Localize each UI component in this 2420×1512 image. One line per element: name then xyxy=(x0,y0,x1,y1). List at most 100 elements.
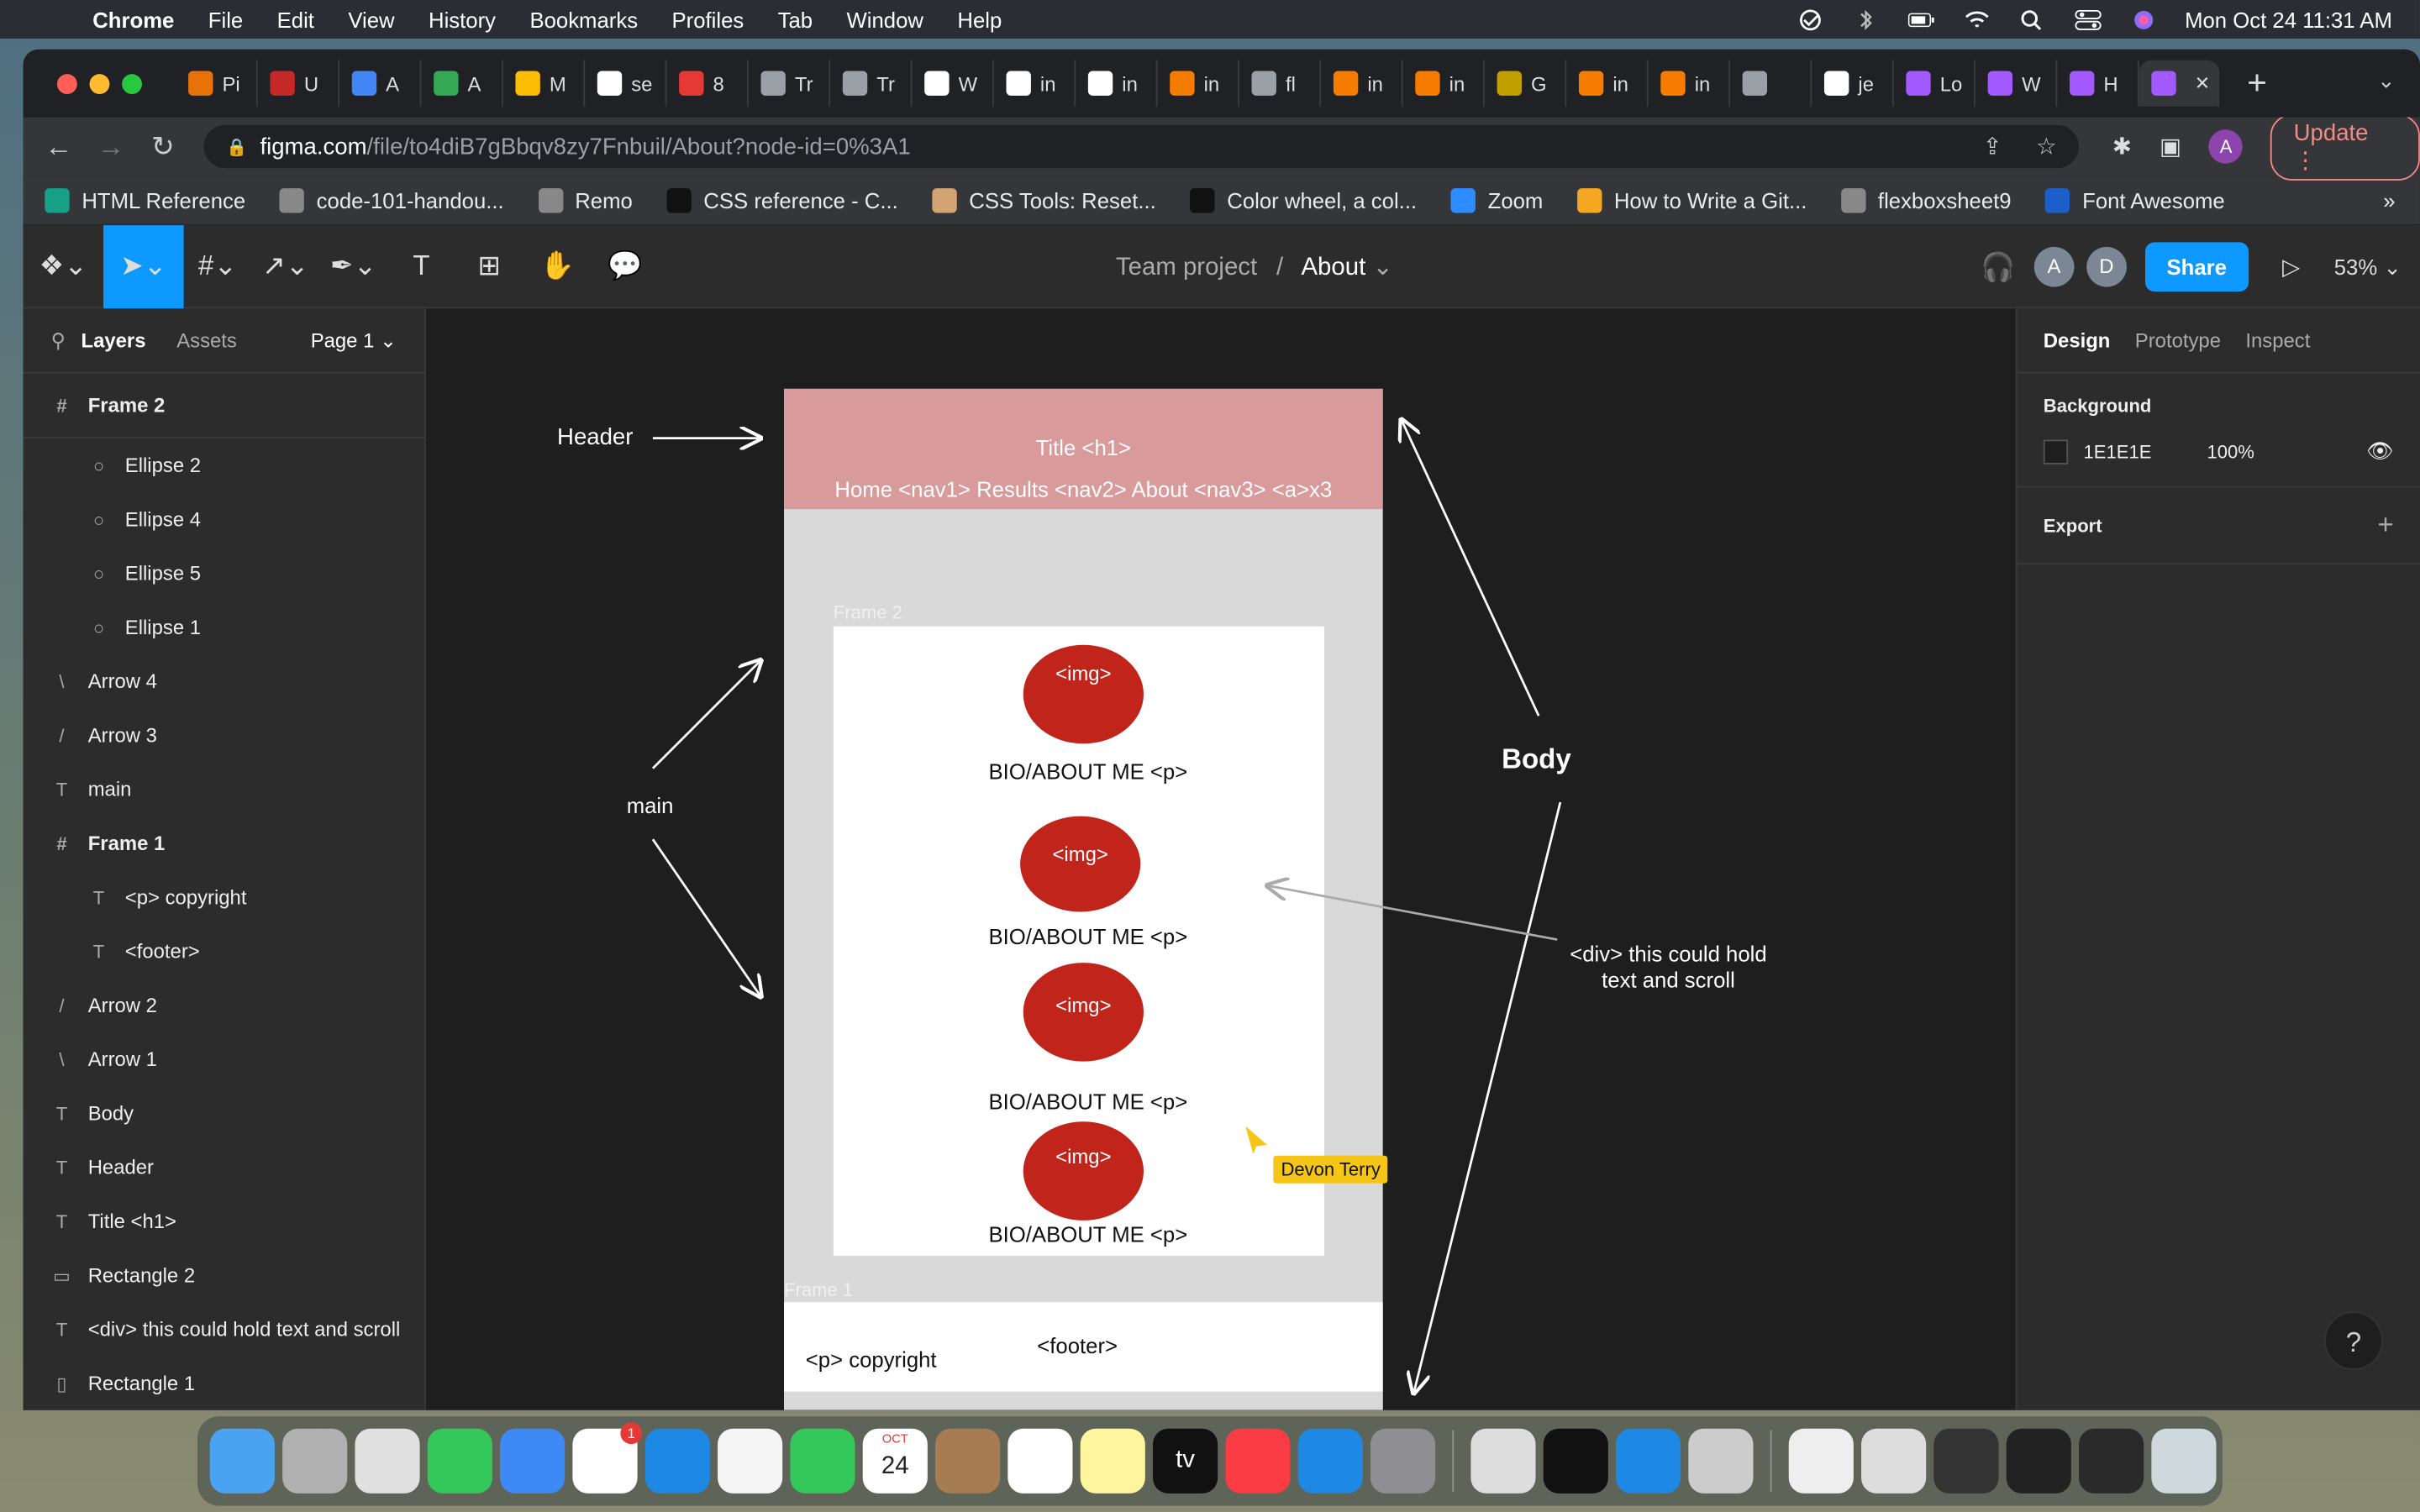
dock-mail-icon[interactable] xyxy=(500,1428,566,1494)
menu-window[interactable]: Window xyxy=(847,7,923,31)
layer-item[interactable]: ○ Ellipse 2 xyxy=(24,438,425,492)
tab-assets[interactable]: Assets xyxy=(176,328,237,352)
dock-messages-icon[interactable] xyxy=(427,1428,492,1494)
share-page-icon[interactable]: ⇪ xyxy=(1982,133,2002,160)
bookmark-item[interactable]: CSS reference - C... xyxy=(666,187,898,213)
arrow-tool-icon[interactable]: ↗⌄ xyxy=(251,224,319,307)
layer-item[interactable]: ○ Ellipse 4 xyxy=(24,492,425,546)
layer-item[interactable]: \ Arrow 4 xyxy=(24,654,425,708)
dock-facetime-icon[interactable] xyxy=(790,1428,855,1494)
browser-tab[interactable]: G xyxy=(1485,60,1567,107)
bookmark-item[interactable]: Font Awesome xyxy=(2045,187,2225,213)
tab-inspect[interactable]: Inspect xyxy=(2245,328,2310,352)
nav-text[interactable]: Home <nav1> Results <nav2> About <nav3> … xyxy=(784,477,1383,501)
browser-tab[interactable]: in xyxy=(994,60,1076,107)
bio-text[interactable]: BIO/ABOUT ME <p> xyxy=(834,759,1343,784)
header-annotation[interactable]: Header xyxy=(557,424,633,450)
browser-tab[interactable]: M xyxy=(503,60,586,107)
browser-tab[interactable]: Tr xyxy=(749,60,831,107)
arrow-3[interactable] xyxy=(651,660,761,769)
browser-tab[interactable]: A xyxy=(339,60,422,107)
layer-item[interactable]: ▯ Rectangle 1 xyxy=(24,1356,425,1410)
background-opacity-input[interactable]: 100% xyxy=(2207,440,2254,462)
footer-text[interactable]: <footer> xyxy=(1037,1333,1118,1357)
dock-doc-4-icon[interactable] xyxy=(2006,1428,2071,1494)
menu-help[interactable]: Help xyxy=(957,7,1002,31)
menu-file[interactable]: File xyxy=(208,7,243,31)
frame-2-label[interactable]: Frame 2 xyxy=(834,602,902,623)
dock-doc-3-icon[interactable] xyxy=(1933,1428,1999,1494)
frame-tool-icon[interactable]: #⌄ xyxy=(184,224,252,307)
bookmark-item[interactable]: CSS Tools: Reset... xyxy=(932,187,1156,213)
collaborator-avatar-a[interactable]: A xyxy=(2033,246,2075,287)
bookmark-item[interactable]: Color wheel, a col... xyxy=(1190,187,1417,213)
layer-item[interactable]: ○ Ellipse 1 xyxy=(24,600,425,654)
figma-main-menu-icon[interactable]: ❖⌄ xyxy=(24,224,104,307)
headphones-icon[interactable]: 🎧 xyxy=(1981,250,2015,283)
ellipse-1[interactable] xyxy=(1023,1121,1144,1221)
layer-item[interactable]: \ Arrow 1 xyxy=(24,1032,425,1086)
bookmark-item[interactable]: How to Write a Git... xyxy=(1576,187,1807,213)
search-layers-icon[interactable]: ⚲ xyxy=(51,328,66,352)
background-color-swatch[interactable] xyxy=(2043,438,2069,464)
collaborator-avatar-d[interactable]: D xyxy=(2086,246,2127,287)
figma-canvas[interactable]: Frame 2 Frame 1 Header Title <h1> Home <… xyxy=(425,308,2016,1410)
help-button[interactable]: ? xyxy=(2324,1311,2383,1370)
layer-item[interactable]: T Body xyxy=(24,1086,425,1140)
resources-tool-icon[interactable]: ⊞ xyxy=(455,224,523,307)
browser-tab[interactable]: W xyxy=(912,60,994,107)
layer-item[interactable]: / Arrow 3 xyxy=(24,708,425,762)
layer-item[interactable]: / Arrow 2 xyxy=(24,978,425,1032)
hand-tool-icon[interactable]: ✋ xyxy=(523,224,592,307)
project-name[interactable]: Team project xyxy=(1116,255,1257,281)
layer-item[interactable]: T Header xyxy=(24,1140,425,1194)
wifi-icon[interactable] xyxy=(1963,8,1991,30)
siri-icon[interactable] xyxy=(2129,8,2157,30)
browser-tab[interactable]: W xyxy=(1975,60,2058,107)
battery-icon[interactable] xyxy=(1907,8,1934,30)
move-tool-icon[interactable]: ➤⌄ xyxy=(103,224,184,308)
bio-text[interactable]: BIO/ABOUT ME <p> xyxy=(834,1089,1343,1114)
bluetooth-icon[interactable] xyxy=(1851,8,1879,30)
dock-system-preferences-icon[interactable] xyxy=(1370,1428,1436,1494)
body-annotation[interactable]: Body xyxy=(1502,743,1571,776)
new-tab-button[interactable]: + xyxy=(2247,63,2267,103)
menu-bookmarks[interactable]: Bookmarks xyxy=(529,7,638,31)
menu-edit[interactable]: Edit xyxy=(277,7,314,31)
dock-app-store-icon[interactable] xyxy=(1297,1428,1363,1494)
dock-slack-icon[interactable]: 1 xyxy=(572,1422,643,1494)
dock-doc-1-icon[interactable] xyxy=(1788,1428,1854,1494)
share-button[interactable]: Share xyxy=(2144,242,2249,292)
layer-item[interactable]: ▭ Rectangle 2 xyxy=(24,1248,425,1302)
menu-view[interactable]: View xyxy=(348,7,394,31)
bookmark-item[interactable]: code-101-handou... xyxy=(279,187,504,213)
dock-terminal-icon[interactable] xyxy=(1543,1428,1608,1494)
tab-layers[interactable]: Layers xyxy=(81,328,145,352)
ellipse-2[interactable] xyxy=(1023,644,1144,744)
dock-vpn-icon[interactable] xyxy=(1470,1428,1536,1494)
file-name[interactable]: About xyxy=(1301,255,1365,281)
layer-item[interactable]: T <p> copyright xyxy=(24,870,425,924)
checkmark-status-icon[interactable] xyxy=(1796,8,1823,30)
dock-chrome-icon[interactable] xyxy=(355,1428,420,1494)
lock-icon[interactable]: 🔒 xyxy=(226,137,247,157)
arrow-2[interactable] xyxy=(1413,801,1562,1393)
layer-item[interactable]: ○ Ellipse 5 xyxy=(24,546,425,600)
pen-tool-icon[interactable]: ✒⌄ xyxy=(319,224,387,307)
add-export-plus-icon[interactable]: + xyxy=(2377,509,2393,542)
file-menu-chevron-icon[interactable]: ⌄ xyxy=(1372,255,1393,281)
control-center-icon[interactable] xyxy=(2074,8,2102,30)
copyright-text[interactable]: <p> copyright xyxy=(806,1347,937,1371)
browser-tab[interactable] xyxy=(1730,60,1812,107)
browser-tab[interactable]: Lo xyxy=(1894,60,1975,107)
search-icon[interactable] xyxy=(2018,8,2046,30)
visibility-eye-icon[interactable]: 👁 xyxy=(2366,438,2394,465)
frame-1-label[interactable]: Frame 1 xyxy=(784,1279,853,1300)
div-annotation[interactable]: <div> this could hold text and scroll xyxy=(1553,941,1785,993)
browser-tab[interactable]: 8 xyxy=(666,60,749,107)
dock-photos-icon[interactable] xyxy=(718,1428,783,1494)
browser-tab[interactable]: in xyxy=(1403,60,1485,107)
minimize-window-button[interactable] xyxy=(89,73,110,94)
browser-tab[interactable]: H xyxy=(2057,60,2139,107)
layer-item[interactable]: T Title <h1> xyxy=(24,1194,425,1248)
